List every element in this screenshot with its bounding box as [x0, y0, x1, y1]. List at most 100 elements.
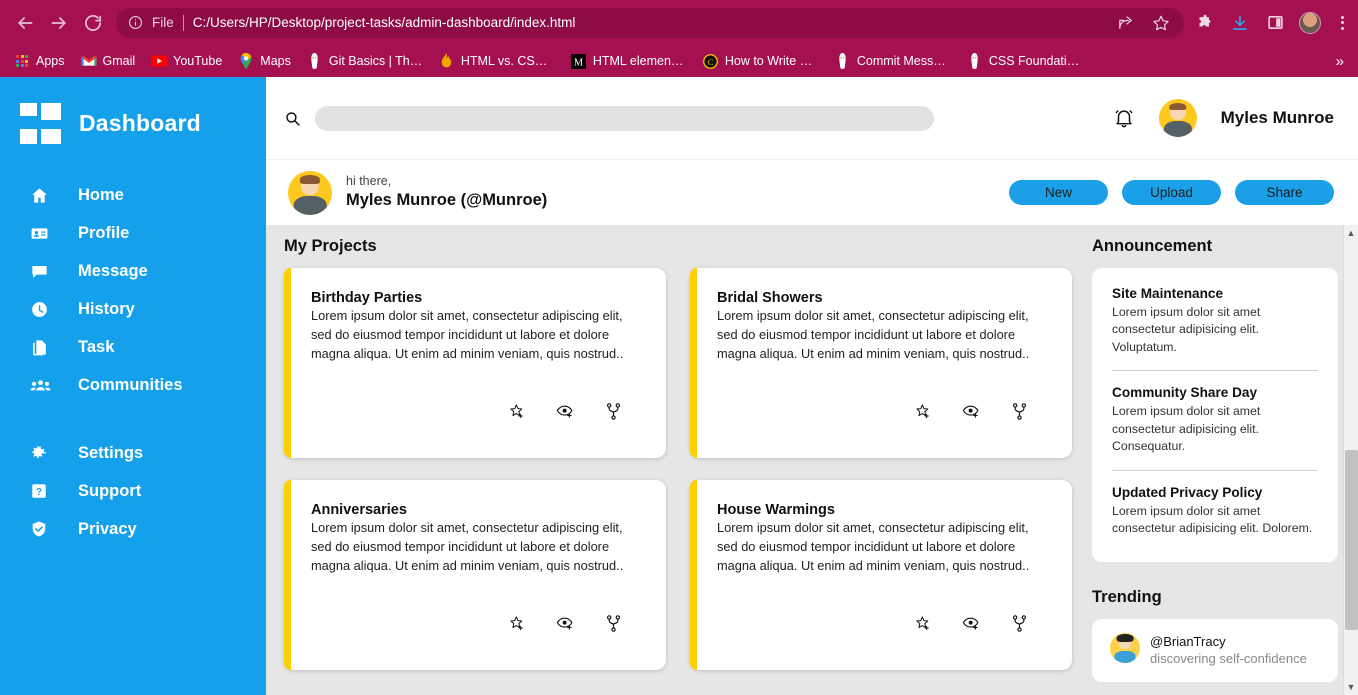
bookmark-apps[interactable]: Apps	[6, 50, 73, 72]
project-card[interactable]: Anniversaries Lorem ipsum dolor sit amet…	[284, 480, 666, 670]
star-add-icon[interactable]	[914, 614, 932, 632]
trending-heading: Trending	[1092, 587, 1162, 606]
project-card-title: Anniversaries	[311, 502, 407, 518]
bookmark-git-basics[interactable]: Git Basics | The Odi...	[299, 50, 431, 72]
maps-pin-icon	[238, 53, 254, 69]
back-arrow-icon[interactable]	[8, 6, 42, 40]
watch-eye-icon[interactable]	[556, 614, 574, 632]
bookmark-gmail[interactable]: Gmail	[73, 50, 144, 72]
announcement-title: Community Share Day	[1112, 385, 1258, 401]
bookmark-label: Maps	[260, 54, 291, 68]
greeting: hi there, Myles Munroe (@Munroe)	[288, 170, 548, 215]
chris-beams-icon: C	[703, 53, 719, 69]
extensions-puzzle-icon[interactable]	[1194, 12, 1216, 34]
question-box-icon: ?	[30, 482, 78, 500]
user-name: Myles Munroe	[1220, 108, 1334, 127]
sidebar-nav-spacer	[0, 404, 266, 434]
sidebar-item-message[interactable]: Message	[0, 252, 266, 290]
bookmark-commit-messages[interactable]: Commit Messages |...	[827, 50, 959, 72]
bookmark-maps[interactable]: Maps	[230, 50, 299, 72]
sidebar-item-settings[interactable]: Settings	[0, 434, 266, 472]
scroll-down-arrow-icon[interactable]: ▼	[1347, 679, 1356, 695]
project-card[interactable]: Birthday Parties Lorem ipsum dolor sit a…	[284, 268, 666, 458]
trending-handle: @BrianTracy	[1150, 633, 1226, 649]
omnibox-actions	[1104, 12, 1172, 34]
bookmark-label: How to Write a Git...	[724, 54, 819, 68]
greeting-name: Myles Munroe (@Munroe)	[346, 190, 548, 209]
bookmark-html-elements[interactable]: M HTML elements ref...	[563, 50, 695, 72]
page-title: My Projects	[284, 237, 377, 255]
project-card-actions	[311, 402, 642, 444]
reload-icon[interactable]	[76, 6, 110, 40]
sidebar-item-profile[interactable]: Profile	[0, 214, 266, 252]
scroll-up-arrow-icon[interactable]: ▲	[1347, 225, 1356, 241]
announcement-item[interactable]: Community Share Day Lorem ipsum dolor si…	[1112, 370, 1318, 469]
announcement-item[interactable]: Site Maintenance Lorem ipsum dolor sit a…	[1112, 286, 1318, 370]
dashboard-grid-logo-icon	[20, 103, 61, 144]
star-add-icon[interactable]	[914, 402, 932, 420]
sidebar-item-home[interactable]: Home	[0, 176, 266, 214]
sidebar-item-label: Home	[78, 185, 124, 204]
sidebar-item-label: Task	[78, 337, 115, 356]
star-add-icon[interactable]	[508, 402, 526, 420]
bookmarks-overflow-button[interactable]: »	[1336, 53, 1352, 70]
sidebar-item-task[interactable]: Task	[0, 328, 266, 366]
fork-icon[interactable]	[604, 614, 622, 632]
downloads-icon[interactable]	[1229, 12, 1251, 34]
vertical-scrollbar[interactable]: ▲ ▼	[1343, 225, 1358, 695]
upload-button[interactable]: Upload	[1122, 180, 1221, 205]
announcement-title: Updated Privacy Policy	[1112, 484, 1263, 500]
browser-chrome: File C:/Users/HP/Desktop/project-tasks/a…	[0, 0, 1358, 77]
sidebar-item-history[interactable]: History	[0, 290, 266, 328]
avatar[interactable]	[288, 170, 332, 215]
profile-avatar-icon[interactable]	[1299, 11, 1321, 34]
project-card[interactable]: House Warmings Lorem ipsum dolor sit ame…	[690, 480, 1072, 670]
watch-eye-icon[interactable]	[556, 402, 574, 420]
home-icon	[30, 186, 78, 205]
project-card[interactable]: Bridal Showers Lorem ipsum dolor sit ame…	[690, 268, 1072, 458]
share-button[interactable]: Share	[1235, 180, 1334, 205]
notification-bell-icon[interactable]	[1113, 107, 1135, 129]
sidebar-item-communities[interactable]: Communities	[0, 366, 266, 404]
address-bar[interactable]: File C:/Users/HP/Desktop/project-tasks/a…	[116, 7, 1184, 38]
trending-subtitle: discovering self-confidence	[1150, 651, 1307, 667]
chrome-menu-icon[interactable]	[1334, 15, 1350, 30]
odin-project-icon	[307, 53, 323, 69]
apps-grid-icon	[14, 53, 30, 69]
star-add-icon[interactable]	[508, 614, 526, 632]
new-button[interactable]: New	[1009, 180, 1108, 205]
avatar[interactable]	[1158, 99, 1197, 137]
sidebar-item-label: History	[78, 299, 135, 318]
announcement-item[interactable]: Updated Privacy Policy Lorem ipsum dolor…	[1112, 469, 1318, 552]
project-card-actions	[717, 614, 1048, 656]
bookmark-star-icon[interactable]	[1150, 12, 1172, 34]
fork-icon[interactable]	[1010, 402, 1028, 420]
side-panel-icon[interactable]	[1264, 12, 1286, 34]
sidebar-item-label: Profile	[78, 223, 130, 242]
sidebar-item-support[interactable]: ? Support	[0, 472, 266, 510]
content-area: My Projects Birthday Parties Lorem ipsum…	[266, 225, 1358, 695]
browser-action-icons	[1190, 11, 1350, 34]
page-content: Dashboard Home Profile Message History T…	[0, 77, 1358, 695]
watch-eye-icon[interactable]	[962, 402, 980, 420]
search-input[interactable]	[315, 105, 934, 131]
brand[interactable]: Dashboard	[0, 95, 266, 144]
mdn-icon: M	[571, 53, 587, 69]
bookmark-youtube[interactable]: YouTube	[143, 50, 230, 72]
share-icon[interactable]	[1114, 12, 1136, 34]
project-card-grid: Birthday Parties Lorem ipsum dolor sit a…	[284, 268, 1072, 670]
fork-icon[interactable]	[604, 402, 622, 420]
fork-icon[interactable]	[1010, 614, 1028, 632]
svg-text:C: C	[708, 56, 714, 66]
bookmark-html-vs-css[interactable]: HTML vs. CSS vs. Ja...	[431, 50, 563, 72]
omnibox-divider	[182, 14, 184, 31]
project-card-title: Birthday Parties	[311, 290, 423, 306]
bookmark-css-foundations[interactable]: CSS Foundations | T...	[959, 50, 1091, 72]
watch-eye-icon[interactable]	[962, 614, 980, 632]
scrollbar-thumb[interactable]	[1345, 450, 1358, 630]
sidebar-item-privacy[interactable]: Privacy	[0, 510, 266, 548]
bookmark-how-to-write-git[interactable]: C How to Write a Git...	[695, 50, 827, 72]
forward-arrow-icon[interactable]	[42, 6, 76, 40]
search-icon[interactable]	[284, 110, 301, 127]
list-item[interactable]: @BrianTracy discovering self-confidence	[1110, 632, 1320, 668]
